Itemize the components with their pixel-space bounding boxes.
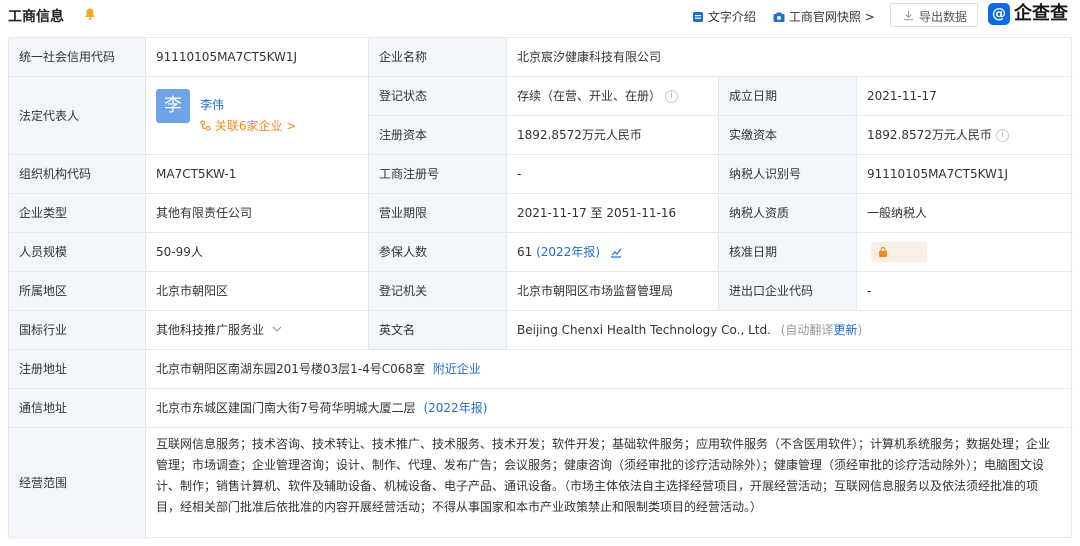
label-region: 所属地区	[9, 272, 146, 311]
info-icon[interactable]: i	[995, 129, 1009, 142]
value-credit-code: 91110105MA7CT5KW1J	[146, 38, 369, 77]
label-legal-rep: 法定代表人	[9, 77, 146, 155]
label-taxpayer-id: 纳税人识别号	[719, 155, 857, 194]
chevron-right-icon: >	[864, 10, 875, 24]
label-company-type: 企业类型	[9, 194, 146, 233]
label-english-name: 英文名	[369, 311, 507, 350]
label-biz-reg-no: 工商注册号	[369, 155, 507, 194]
value-scope: 互联网信息服务；技术咨询、技术转让、技术推广、技术服务、技术开发；软件开发；基础…	[156, 437, 1051, 514]
label-approve-date: 核准日期	[719, 233, 857, 272]
update-translation-link[interactable]: 更新	[833, 323, 857, 337]
text-intro-label: 文字介绍	[707, 10, 756, 24]
bell-icon[interactable]	[82, 6, 98, 22]
value-paid-capital: 1892.8572万元人民币 i	[857, 116, 1073, 155]
insured-report-link[interactable]: (2022年报)	[536, 245, 600, 259]
label-import-export: 进出口企业代码	[719, 272, 857, 311]
lock-icon	[879, 246, 887, 257]
label-reg-capital: 注册资本	[369, 116, 507, 155]
label-company-name: 企业名称	[369, 38, 507, 77]
legal-rep-card: 李 李伟 关联6家企业 >	[146, 77, 369, 155]
label-insured: 参保人数	[369, 233, 507, 272]
value-biz-term: 2021-11-17 至 2051-11-16	[507, 194, 719, 233]
section-title: 工商信息	[8, 9, 64, 25]
label-biz-term: 营业期限	[369, 194, 507, 233]
trend-chart-icon[interactable]	[610, 246, 622, 258]
value-org-code: MA7CT5KW-1	[146, 155, 369, 194]
value-region: 北京市朝阳区	[146, 272, 369, 311]
legal-rep-name-link[interactable]: 李伟	[200, 97, 224, 113]
label-paid-capital: 实缴资本	[719, 116, 857, 155]
label-org-code: 组织机构代码	[9, 155, 146, 194]
section-header: 工商信息 文字介绍 工商官网快照 > 导出数据 @ 企查查	[0, 0, 1080, 32]
label-mail-address: 通信地址	[9, 389, 146, 428]
network-icon	[200, 120, 211, 131]
logo-text: 企查查	[1014, 3, 1068, 24]
snapshot-link[interactable]: 工商官网快照 >	[773, 8, 875, 25]
label-reg-address: 注册地址	[9, 350, 146, 389]
label-taxpayer-qual: 纳税人资质	[719, 194, 857, 233]
info-icon[interactable]: i	[665, 90, 679, 103]
label-industry: 国标行业	[9, 311, 146, 350]
locked-value-mask[interactable]	[871, 242, 927, 262]
chevron-down-icon	[272, 326, 282, 332]
label-found-date: 成立日期	[719, 77, 857, 116]
value-authority: 北京市朝阳区市场监督管理局	[507, 272, 719, 311]
avatar: 李	[156, 89, 190, 123]
value-found-date: 2021-11-17	[857, 77, 1073, 116]
value-english-name: Beijing Chenxi Health Technology Co., Lt…	[507, 311, 1073, 350]
value-mail-address: 北京市东城区建国门南大街7号荷华明城大厦二层 (2022年报)	[146, 389, 1073, 428]
value-company-name: 北京宸汐健康科技有限公司	[507, 38, 1073, 77]
logo-mark-icon: @	[988, 3, 1010, 25]
value-company-type: 其他有限责任公司	[146, 194, 369, 233]
value-approve-date	[857, 233, 1073, 272]
value-industry[interactable]: 其他科技推广服务业	[146, 311, 369, 350]
nearby-companies-link[interactable]: 附近企业	[433, 362, 481, 376]
value-taxpayer-id: 91110105MA7CT5KW1J	[857, 155, 1073, 194]
related-companies-link[interactable]: 关联6家企业 >	[200, 118, 296, 134]
snapshot-label: 工商官网快照	[788, 10, 861, 24]
value-insured: 61 (2022年报)	[507, 233, 719, 272]
mail-address-report-link[interactable]: (2022年报)	[423, 401, 487, 415]
value-reg-address: 北京市朝阳区南湖东园201号楼03层1-4号C068室 附近企业	[146, 350, 1073, 389]
label-scope: 经营范围	[9, 428, 146, 539]
camera-icon	[773, 12, 785, 22]
text-intro-link[interactable]: 文字介绍	[692, 8, 756, 25]
document-icon	[693, 12, 703, 22]
value-taxpayer-qual: 一般纳税人	[857, 194, 1073, 233]
value-staff-size: 50-99人	[146, 233, 369, 272]
business-info-table: 统一社会信用代码 91110105MA7CT5KW1J 企业名称 北京宸汐健康科…	[8, 37, 1073, 539]
export-label: 导出数据	[919, 10, 968, 24]
label-credit-code: 统一社会信用代码	[9, 38, 146, 77]
value-reg-status: 存续（在营、开业、在册） i	[507, 77, 719, 116]
value-biz-reg-no: -	[507, 155, 719, 194]
label-staff-size: 人员规模	[9, 233, 146, 272]
value-reg-capital: 1892.8572万元人民币	[507, 116, 719, 155]
download-icon	[903, 10, 914, 21]
label-reg-status: 登记状态	[369, 77, 507, 116]
label-authority: 登记机关	[369, 272, 507, 311]
insured-count: 61	[517, 245, 533, 259]
export-button[interactable]: 导出数据	[890, 3, 978, 27]
value-import-export: -	[857, 272, 1073, 311]
